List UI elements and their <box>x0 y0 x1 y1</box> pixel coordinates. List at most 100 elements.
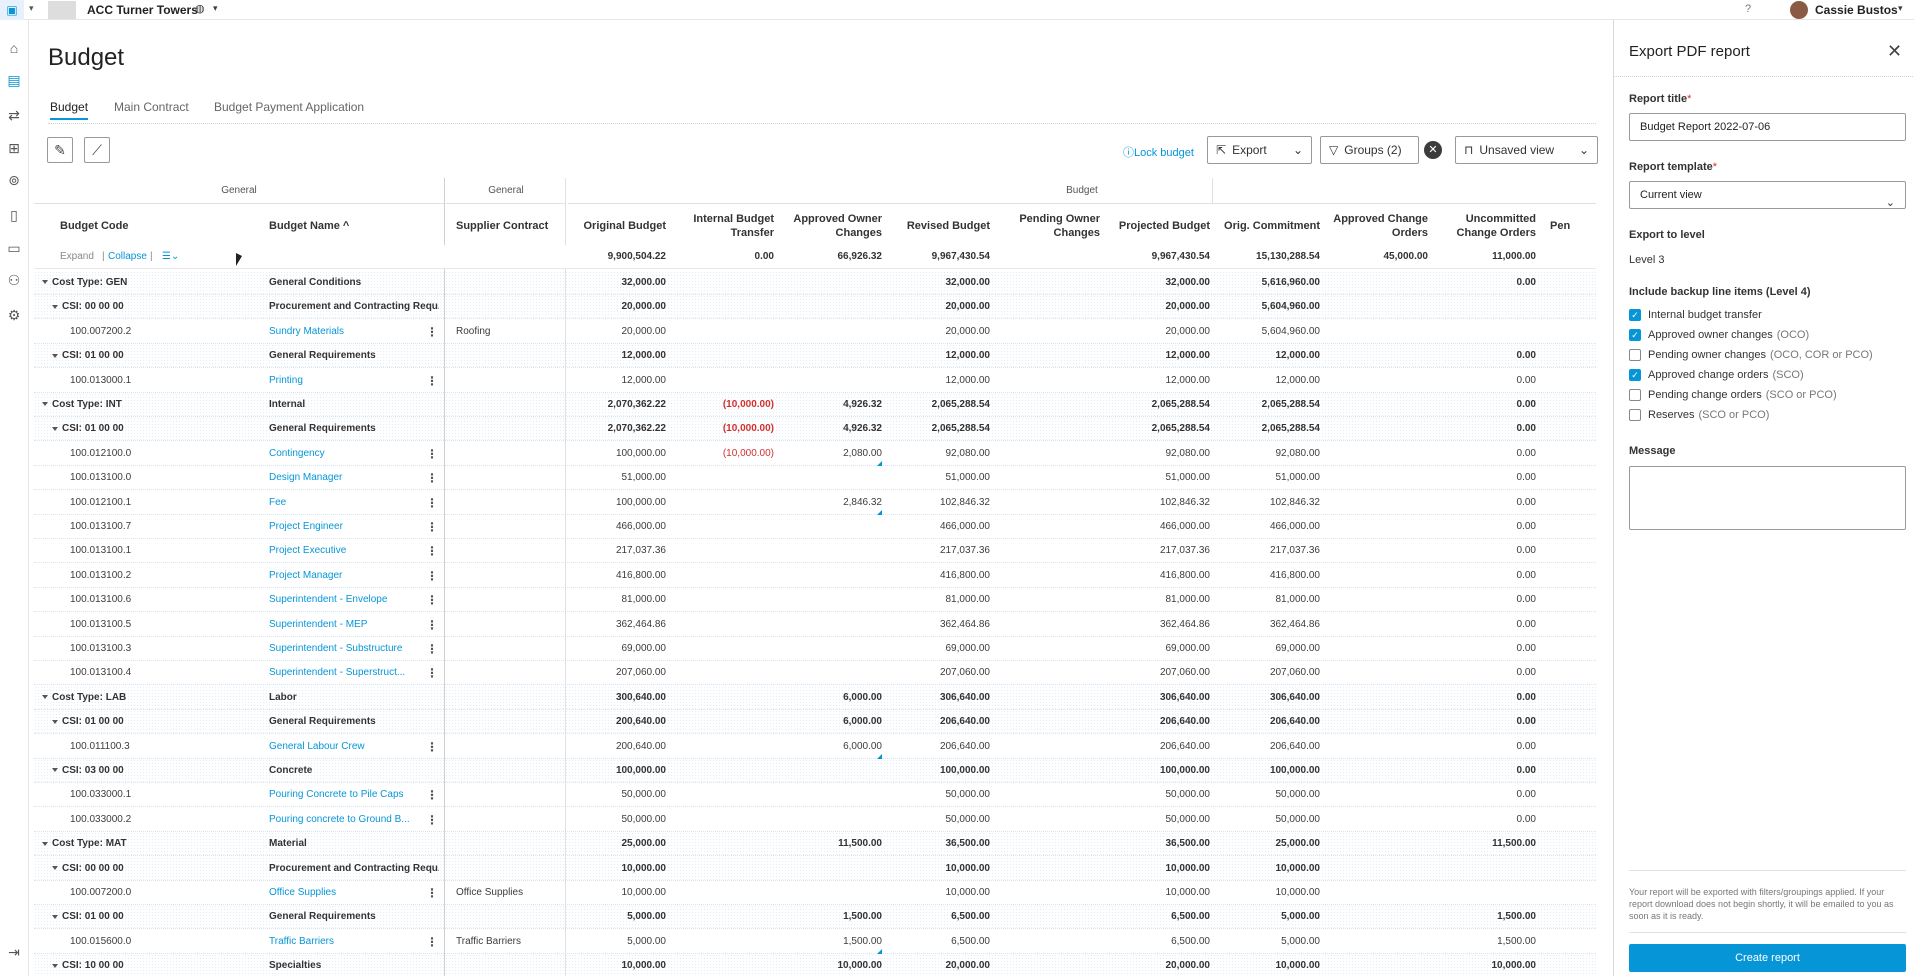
detail-marker-icon[interactable] <box>877 460 882 466</box>
home-icon[interactable]: ⌂ <box>4 38 24 58</box>
more-options-icon[interactable]: ⋮ <box>426 515 438 539</box>
group-row[interactable]: Cost Type: GEN General Conditions 32,000.0… <box>34 271 1596 295</box>
group-row[interactable]: CSI: 01 00 00 General Requirements 5,000.0… <box>34 905 1596 930</box>
group-row[interactable]: CSI: 01 00 00 General Requirements 12,000.… <box>34 344 1596 369</box>
budget-name-cell[interactable]: Superintendent - Superstruct... <box>269 661 439 685</box>
column-header-budget-code[interactable]: Budget Code <box>60 205 210 247</box>
help-icon[interactable]: ? <box>1745 3 1751 15</box>
detail-marker-icon[interactable] <box>877 948 882 954</box>
detail-marker-icon[interactable] <box>877 753 882 759</box>
expand-caret-icon[interactable] <box>52 719 58 724</box>
budget-name-cell[interactable]: Superintendent - Envelope <box>269 588 439 612</box>
more-options-icon[interactable]: ⋮ <box>426 369 438 393</box>
budget-name-cell[interactable]: Office Supplies <box>269 881 439 905</box>
members-icon[interactable]: ⚇ <box>4 270 24 290</box>
backup-option-checkbox[interactable]: ✓ Approved change orders (SCO) <box>1629 368 1804 382</box>
budget-name-cell[interactable]: Fee <box>269 491 439 515</box>
budget-name-cell[interactable]: Superintendent - MEP <box>269 613 439 637</box>
budget-name-cell[interactable]: General Labour Crew <box>269 735 439 759</box>
edit-button[interactable]: ✎ <box>47 137 73 163</box>
column-header-original-budget[interactable]: Original Budget <box>574 205 667 247</box>
level-menu-icon[interactable]: ☰⌄ <box>162 245 179 269</box>
groups-button[interactable]: ▽ Groups (2) <box>1320 136 1419 164</box>
more-options-icon[interactable]: ⋮ <box>426 466 438 490</box>
column-header-orig-commitment[interactable]: Orig. Commitment <box>1220 205 1320 247</box>
more-options-icon[interactable]: ⋮ <box>426 442 438 466</box>
more-options-icon[interactable]: ⋮ <box>426 930 438 954</box>
table-row[interactable]: 100.013100.2 Project Manager ⋮ 416,800.00 41… <box>34 564 1596 588</box>
budget-name-cell[interactable]: Pouring concrete to Ground B... <box>269 808 439 832</box>
table-row[interactable]: 100.013100.5 Superintendent - MEP ⋮ 362,464… <box>34 613 1596 637</box>
backup-option-checkbox[interactable]: Pending owner changes (OCO, COR or PCO) <box>1629 348 1873 362</box>
column-header-uncommitted-change-orders[interactable]: Uncommitted Change Orders <box>1436 205 1536 247</box>
more-options-icon[interactable]: ⋮ <box>426 613 438 637</box>
table-row[interactable]: 100.013100.0 Design Manager ⋮ 51,000.00 51,0… <box>34 466 1596 491</box>
tab-main-contract[interactable]: Main Contract <box>114 100 189 114</box>
expand-caret-icon[interactable] <box>52 353 58 358</box>
document-icon[interactable]: ▯ <box>4 205 24 225</box>
group-row[interactable]: CSI: 03 00 00 Concrete 100,000.00 100,000.0… <box>34 759 1596 783</box>
budget-name-cell[interactable]: Pouring Concrete to Pile Caps <box>269 783 439 807</box>
expand-caret-icon[interactable] <box>42 280 48 285</box>
project-name[interactable]: ACC Turner Towers <box>87 3 198 17</box>
binoculars-icon[interactable]: ⊚ <box>4 170 24 190</box>
column-header-pending-owner-changes[interactable]: Pending Owner Changes <box>1000 205 1100 247</box>
expand-caret-icon[interactable] <box>52 304 58 309</box>
view-select[interactable]: ⊓ Unsaved view ⌄ <box>1455 136 1598 164</box>
column-header-revised-budget[interactable]: Revised Budget <box>892 205 990 247</box>
more-options-icon[interactable]: ⋮ <box>426 881 438 905</box>
column-header-internal-budget-transfer[interactable]: Internal Budget Transfer <box>674 205 774 247</box>
expand-caret-icon[interactable] <box>52 865 58 870</box>
group-row[interactable]: Cost Type: INT Internal 2,070,362.22 (10,00… <box>34 393 1596 417</box>
expand-caret-icon[interactable] <box>52 426 58 431</box>
budget-name-cell[interactable]: Project Manager <box>269 564 439 588</box>
detail-marker-icon[interactable] <box>877 509 882 515</box>
expand-link[interactable]: Expand <box>60 245 94 269</box>
more-options-icon[interactable]: ⋮ <box>426 783 438 807</box>
more-options-icon[interactable]: ⋮ <box>426 588 438 612</box>
backup-option-checkbox[interactable]: ✓ Approved owner changes (OCO) <box>1629 328 1809 342</box>
lock-budget-link[interactable]: ⓘLock budget <box>1123 144 1194 160</box>
column-header-budget-name[interactable]: Budget Name ^ <box>269 205 429 247</box>
checkbox-unchecked-icon[interactable] <box>1629 409 1641 421</box>
cost-icon[interactable]: ▤ <box>4 70 24 90</box>
budget-name-cell[interactable]: Contingency <box>269 442 439 466</box>
budget-name-cell[interactable]: Superintendent - Substructure <box>269 637 439 661</box>
tab-budget[interactable]: Budget <box>50 100 89 120</box>
more-options-icon[interactable]: ⋮ <box>426 808 438 832</box>
table-row[interactable]: 100.013100.4 Superintendent - Superstruct… <box>34 661 1596 686</box>
chevron-down-icon[interactable]: ▾ <box>1898 3 1903 14</box>
clear-groups-icon[interactable]: ✕ <box>1424 141 1442 159</box>
table-row[interactable]: 100.033000.1 Pouring Concrete to Pile Cap… <box>34 783 1596 808</box>
checkbox-unchecked-icon[interactable] <box>1629 389 1641 401</box>
table-row[interactable]: 100.013100.3 Superintendent - Substructur… <box>34 637 1596 661</box>
report-template-select[interactable]: Current view ⌄ <box>1629 181 1906 209</box>
budget-name-cell[interactable]: Printing <box>269 369 439 393</box>
column-header-approved-owner-changes[interactable]: Approved Owner Changes <box>782 205 882 247</box>
group-row[interactable]: Cost Type: MAT Material 25,000.00 11,500.00… <box>34 832 1596 857</box>
chevron-down-icon[interactable]: ▾ <box>29 3 34 14</box>
backup-option-checkbox[interactable]: ✓ Internal budget transfer <box>1629 308 1762 322</box>
close-icon[interactable]: ✕ <box>1887 41 1902 62</box>
checkbox-unchecked-icon[interactable] <box>1629 349 1641 361</box>
table-row[interactable]: 100.013100.6 Superintendent - Envelope ⋮ 81… <box>34 588 1596 613</box>
budget-name-cell[interactable]: Project Executive <box>269 539 439 563</box>
group-row[interactable]: Cost Type: LAB Labor 300,640.00 6,000.00 306… <box>34 685 1596 710</box>
clipboard-icon[interactable]: ▭ <box>4 238 24 258</box>
more-options-icon[interactable]: ⋮ <box>426 491 438 515</box>
table-row[interactable]: 100.007200.0 Office Supplies ⋮ Office Suppl… <box>34 881 1596 905</box>
expand-caret-icon[interactable] <box>52 914 58 919</box>
column-header-approved-change-orders[interactable]: Approved Change Orders <box>1328 205 1428 247</box>
budget-name-cell[interactable]: Design Manager <box>269 466 439 490</box>
more-options-icon[interactable]: ⋮ <box>426 661 438 685</box>
more-options-icon[interactable]: ⋮ <box>426 564 438 588</box>
group-row[interactable]: CSI: 01 00 00 General Requirements 2,070,3… <box>34 417 1596 442</box>
user-name[interactable]: Cassie Bustos <box>1815 3 1898 17</box>
backup-option-checkbox[interactable]: Reserves (SCO or PCO) <box>1629 408 1769 422</box>
group-row[interactable]: CSI: 00 00 00 Procurement and Contracting… <box>34 856 1596 881</box>
expand-caret-icon[interactable] <box>42 402 48 407</box>
table-row[interactable]: 100.013100.7 Project Engineer ⋮ 466,000.00 4… <box>34 515 1596 539</box>
message-textarea[interactable] <box>1629 466 1906 530</box>
expand-caret-icon[interactable] <box>52 963 58 968</box>
export-button[interactable]: ⇱ Export ⌄ <box>1207 136 1312 164</box>
